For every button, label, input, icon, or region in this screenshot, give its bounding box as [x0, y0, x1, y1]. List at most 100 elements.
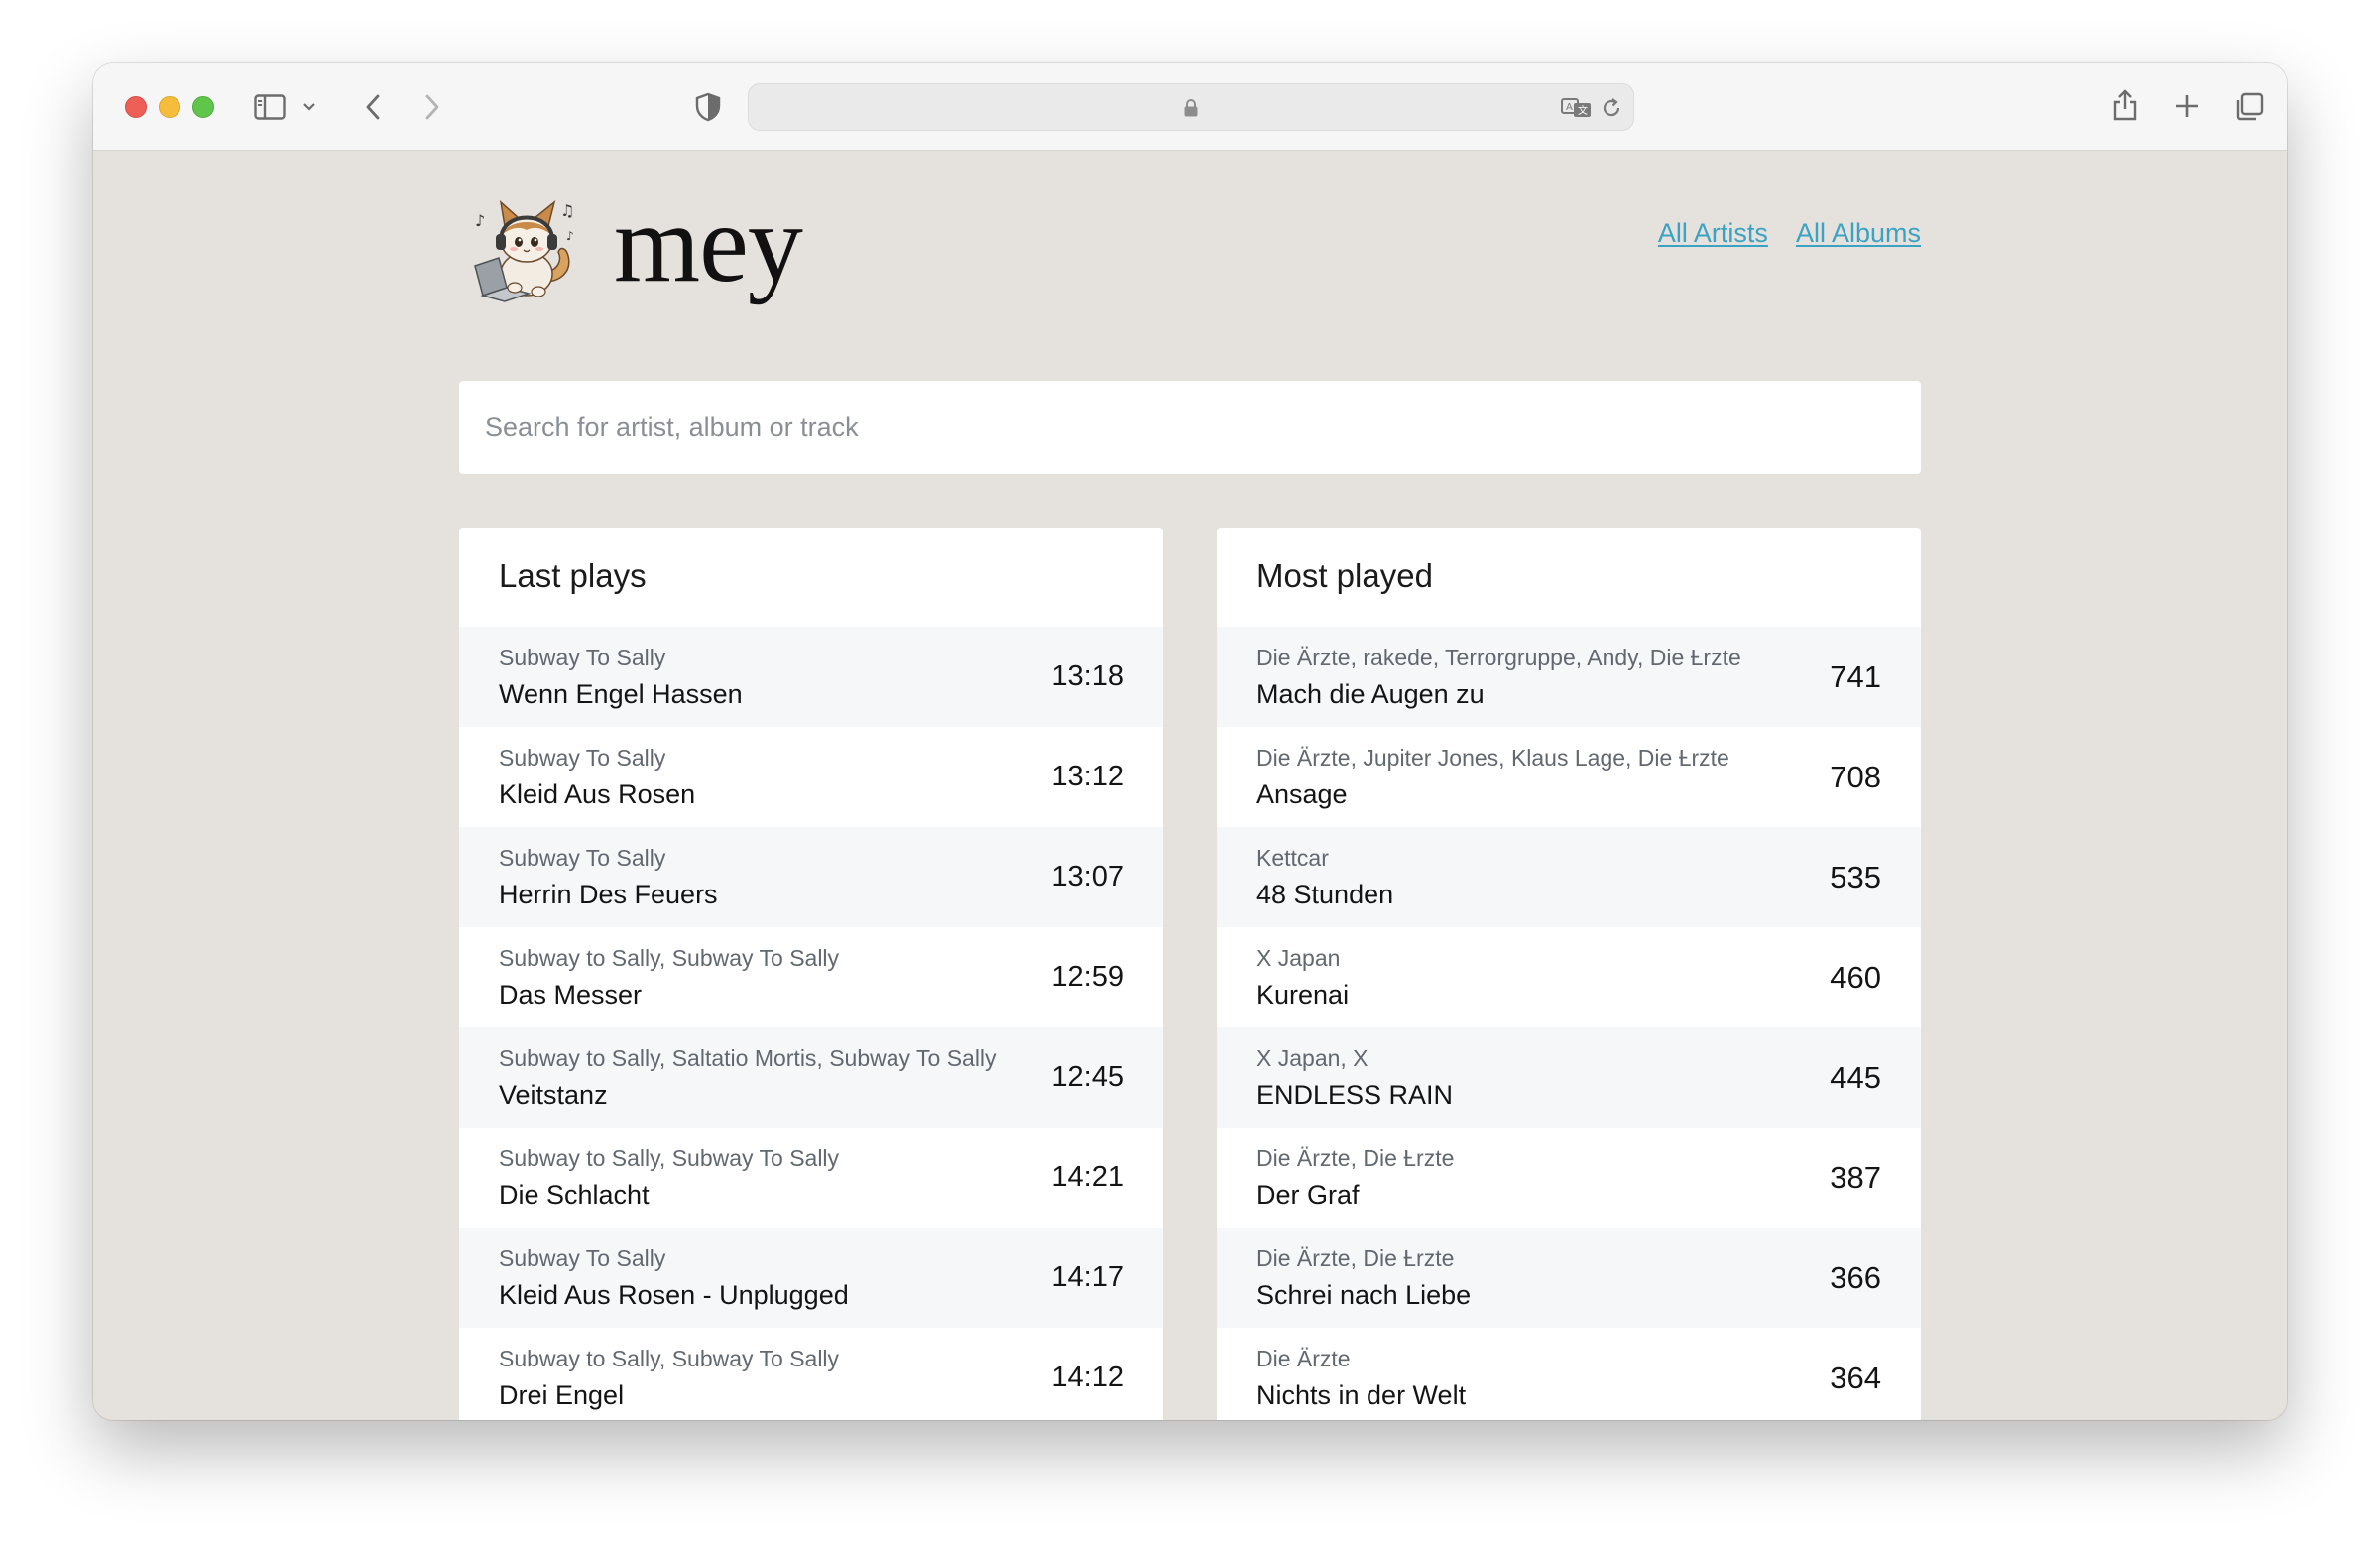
list-item[interactable]: Subway To Sally Kleid Aus Rosen - Unplugg… [459, 1228, 1163, 1328]
panel-title: Last plays [499, 557, 647, 594]
last-plays-list: Subway To Sally Wenn Engel Hassen 13:18 S… [459, 627, 1163, 1420]
zoom-window-button[interactable] [192, 96, 214, 118]
artist-name: Die Ärzte, Die Ƚrzte [1256, 1144, 1455, 1171]
play-count: 741 [1830, 658, 1881, 694]
artist-name: Subway to Sally, Subway To Sally [499, 944, 840, 971]
play-count: 708 [1830, 759, 1881, 794]
list-item[interactable]: Die Ärzte, Die Ƚrzte Der Graf 387 [1217, 1128, 1921, 1228]
artist-name: Subway To Sally [499, 644, 666, 670]
list-item[interactable]: Die Ärzte, Die Ƚrzte Schrei nach Liebe 36… [1217, 1228, 1921, 1328]
list-item[interactable]: X Japan Kurenai 460 [1217, 927, 1921, 1027]
artist-name: Subway to Sally, Subway To Sally [499, 1345, 840, 1371]
track-title: Drei Engel [499, 1379, 625, 1410]
cat-logo-icon[interactable]: ♪ ♫ ♪ [469, 196, 580, 303]
most-played-list: Die Ärzte, rakede, Terrorgruppe, Andy, D… [1217, 627, 1921, 1420]
play-time: 13:12 [1051, 761, 1124, 792]
track-title: Kleid Aus Rosen - Unplugged [499, 1279, 849, 1310]
svg-text:♪: ♪ [475, 211, 485, 230]
list-item[interactable]: Subway to Sally, Subway To Sally Das Mess… [459, 927, 1163, 1027]
track-title: Mach die Augen zu [1256, 678, 1485, 709]
track-title: Nichts in der Welt [1256, 1379, 1467, 1410]
play-count: 535 [1830, 859, 1881, 894]
list-item[interactable]: Kettcar 48 Stunden 535 [1217, 827, 1921, 927]
track-title: Veitstanz [499, 1079, 608, 1110]
svg-text:♪: ♪ [566, 229, 574, 243]
play-time: 13:18 [1051, 660, 1124, 692]
track-title: Herrin Des Feuers [499, 879, 718, 909]
chevron-down-icon[interactable] [301, 99, 317, 115]
reload-icon[interactable] [1600, 96, 1623, 120]
artist-name: X Japan, X [1256, 1044, 1368, 1071]
lock-icon [1181, 96, 1201, 120]
play-count: 445 [1830, 1059, 1881, 1095]
svg-text:文: 文 [1578, 104, 1588, 117]
list-item[interactable]: Subway To Sally Wenn Engel Hassen 13:18 [459, 627, 1163, 727]
list-item[interactable]: Subway to Sally, Subway To Sally Die Schl… [459, 1128, 1163, 1228]
play-time: 12:45 [1051, 1061, 1124, 1093]
svg-text:♫: ♫ [560, 201, 574, 220]
most-played-panel: Most played Die Ärzte, rakede, Terrorgru… [1217, 528, 1921, 1420]
play-count: 460 [1830, 959, 1881, 995]
play-time: 12:59 [1051, 961, 1124, 993]
track-title: Das Messer [499, 979, 643, 1009]
track-title: Kleid Aus Rosen [499, 778, 696, 809]
artist-name: X Japan [1256, 944, 1341, 971]
track-title: Wenn Engel Hassen [499, 678, 743, 709]
artist-name: Subway To Sally [499, 1245, 666, 1271]
svg-text:A: A [1566, 102, 1573, 113]
play-count: 364 [1830, 1360, 1881, 1395]
shield-icon[interactable] [694, 91, 722, 123]
list-item[interactable]: Subway to Sally, Subway To Sally Drei Eng… [459, 1328, 1163, 1420]
panel-title: Most played [1256, 557, 1433, 594]
tabs-icon[interactable] [2233, 91, 2265, 123]
content: ♪ ♫ ♪ mey All Artists All Albums Last pl… [459, 151, 1921, 1420]
track-title: Ansage [1256, 778, 1348, 809]
list-item[interactable]: Subway To Sally Kleid Aus Rosen 13:12 [459, 727, 1163, 827]
forward-icon[interactable] [420, 91, 444, 123]
list-item[interactable]: Die Ärzte Nichts in der Welt 364 [1217, 1328, 1921, 1420]
search-input[interactable] [459, 381, 1921, 474]
artist-name: Die Ärzte, rakede, Terrorgruppe, Andy, D… [1256, 644, 1741, 670]
artist-name: Subway To Sally [499, 844, 666, 871]
last-plays-panel: Last plays Subway To Sally Wenn Engel Has… [459, 528, 1163, 1420]
track-title: Kurenai [1256, 979, 1350, 1009]
minimize-window-button[interactable] [159, 96, 180, 118]
play-time: 14:12 [1051, 1362, 1124, 1393]
artist-name: Kettcar [1256, 844, 1329, 871]
artist-name: Subway To Sally [499, 744, 666, 771]
play-time: 13:07 [1051, 861, 1124, 892]
all-artists-link[interactable]: All Artists [1658, 218, 1768, 249]
play-time: 14:21 [1051, 1161, 1124, 1193]
artist-name: Die Ärzte, Jupiter Jones, Klaus Lage, Di… [1256, 744, 1729, 771]
list-item[interactable]: Die Ärzte, Jupiter Jones, Klaus Lage, Di… [1217, 727, 1921, 827]
list-item[interactable]: Subway To Sally Herrin Des Feuers 13:07 [459, 827, 1163, 927]
share-icon[interactable] [2110, 87, 2140, 123]
track-title: Der Graf [1256, 1179, 1360, 1210]
artist-name: Subway to Sally, Subway To Sally [499, 1144, 840, 1171]
artist-name: Subway to Sally, Saltatio Mortis, Subway… [499, 1044, 997, 1071]
artist-name: Die Ärzte, Die Ƚrzte [1256, 1245, 1455, 1271]
track-title: 48 Stunden [1256, 879, 1394, 909]
back-icon[interactable] [361, 91, 385, 123]
artist-name: Die Ärzte [1256, 1345, 1351, 1371]
sidebar-icon[interactable] [254, 92, 286, 122]
address-bar[interactable]: A文 [748, 83, 1634, 131]
list-item[interactable]: X Japan, X ENDLESS RAIN 445 [1217, 1027, 1921, 1128]
plus-icon[interactable] [2172, 91, 2202, 121]
play-time: 14:17 [1051, 1261, 1124, 1293]
page: ♪ ♫ ♪ mey All Artists All Albums Last pl… [93, 151, 2287, 1420]
track-title: Schrei nach Liebe [1256, 1279, 1472, 1310]
browser-window: A文 ♪ ♫ ♪ mey All Artists All Albums Sear… [93, 63, 2287, 1420]
play-count: 366 [1830, 1259, 1881, 1295]
browser-toolbar: A文 [93, 63, 2287, 151]
top-nav: All Artists All Albums [1658, 218, 1921, 249]
track-title: ENDLESS RAIN [1256, 1079, 1454, 1110]
list-item[interactable]: Die Ärzte, rakede, Terrorgruppe, Andy, D… [1217, 627, 1921, 727]
close-window-button[interactable] [125, 96, 147, 118]
translate-icon[interactable]: A文 [1560, 95, 1594, 121]
all-albums-link[interactable]: All Albums [1796, 218, 1921, 249]
track-title: Die Schlacht [499, 1179, 650, 1210]
app-title[interactable]: mey [614, 184, 803, 303]
list-item[interactable]: Subway to Sally, Saltatio Mortis, Subway… [459, 1027, 1163, 1128]
play-count: 387 [1830, 1159, 1881, 1195]
